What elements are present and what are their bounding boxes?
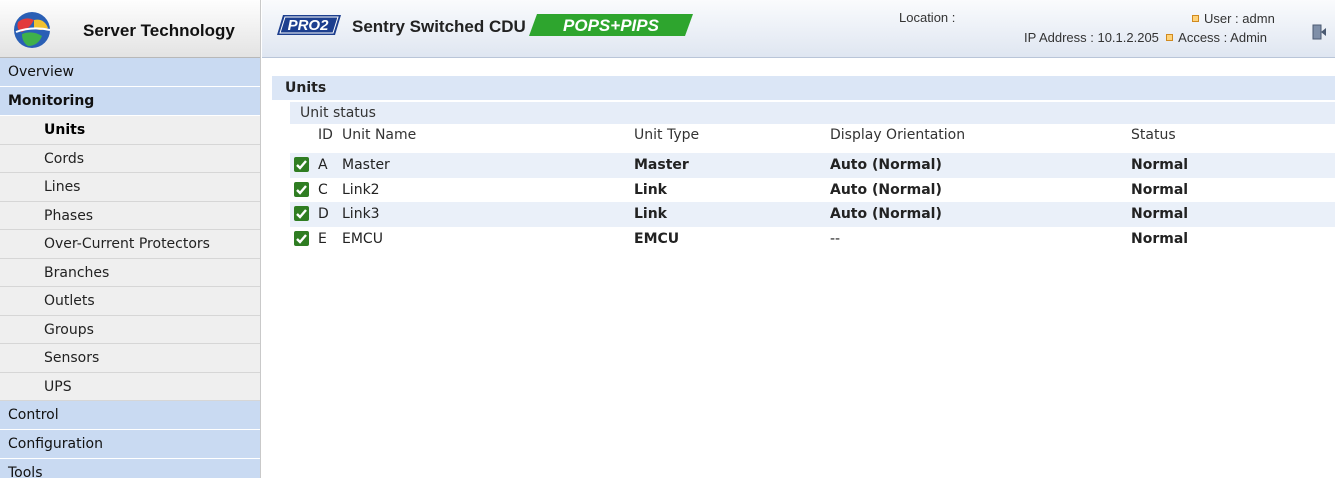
- location-label: Location :: [899, 10, 956, 25]
- table-row: D Link3 Link Auto (Normal) Normal: [290, 202, 1335, 227]
- status-badge: Normal: [1131, 153, 1335, 178]
- subsection-title: Unit status: [290, 102, 1335, 124]
- bullet-icon: [1192, 15, 1199, 22]
- pro2-badge: PRO2: [277, 15, 341, 35]
- unit-name: Link2: [342, 181, 380, 198]
- nav-control[interactable]: Control: [0, 401, 260, 430]
- display-orientation: Auto (Normal): [830, 153, 1131, 178]
- table-row: A Master Master Auto (Normal) Normal: [290, 153, 1335, 178]
- nav-sub-cords[interactable]: Cords: [0, 144, 260, 173]
- unit-type: Master: [634, 153, 830, 178]
- checkbox-checked-icon[interactable]: [294, 206, 309, 222]
- main-content: Units Unit status ID Unit Name Unit Type…: [262, 58, 1335, 478]
- status-badge: Normal: [1131, 202, 1335, 227]
- unit-type: EMCU: [634, 230, 680, 247]
- header-display-orientation: Display Orientation: [830, 127, 966, 143]
- nav-tools[interactable]: Tools: [0, 459, 260, 478]
- status-badge: Normal: [1131, 230, 1189, 247]
- nav-sub-sensors[interactable]: Sensors: [0, 344, 260, 373]
- pro2-badge-text: PRO2: [288, 17, 330, 34]
- ip-address-label: IP Address : 10.1.2.205: [1024, 30, 1159, 45]
- bullet-icon: [1166, 34, 1174, 41]
- section-title: Units: [272, 76, 1335, 100]
- header: PRO2 Sentry Switched CDU POPS+PIPS Locat…: [262, 0, 1335, 58]
- header-unit-type: Unit Type: [634, 127, 700, 143]
- unit-id: A: [314, 153, 336, 178]
- unit-name: Master: [336, 153, 634, 178]
- unit-name: Link3: [336, 202, 634, 227]
- nav-sub-over-current-protectors[interactable]: Over-Current Protectors: [0, 230, 260, 259]
- user-info: User : admn: [1192, 11, 1275, 26]
- header-checkbox-col: [290, 124, 314, 146]
- display-orientation: Auto (Normal): [830, 181, 942, 198]
- nav-sub-outlets[interactable]: Outlets: [0, 287, 260, 316]
- unit-id: E: [318, 230, 327, 247]
- checkbox-checked-icon[interactable]: [294, 157, 309, 173]
- table-header-row: ID Unit Name Unit Type Display Orientati…: [290, 124, 1335, 146]
- unit-id: C: [318, 181, 328, 198]
- nav-overview[interactable]: Overview: [0, 58, 260, 87]
- access-label: Access : Admin: [1178, 30, 1268, 45]
- header-id: ID: [318, 127, 333, 143]
- unit-name: EMCU: [342, 230, 383, 247]
- nav-sub-groups[interactable]: Groups: [0, 315, 260, 344]
- spacer-row: [290, 146, 1335, 153]
- sidebar: Server Technology Overview Monitoring Un…: [0, 0, 261, 478]
- pops-pips-badge: POPS+PIPS: [529, 14, 693, 36]
- nav-sub-lines[interactable]: Lines: [0, 173, 260, 202]
- product-title: Sentry Switched CDU: [352, 17, 526, 36]
- nav-sub-ups[interactable]: UPS: [0, 372, 260, 401]
- brand-logo-area: Server Technology: [0, 0, 260, 58]
- checkbox-checked-icon[interactable]: [294, 230, 309, 246]
- brand-name: Server Technology: [83, 21, 235, 40]
- nav-sub-branches[interactable]: Branches: [0, 258, 260, 287]
- unit-type: Link: [634, 202, 830, 227]
- globe-logo-icon: [14, 12, 51, 48]
- user-label: User : admn: [1204, 11, 1275, 26]
- nav-monitoring[interactable]: Monitoring: [0, 87, 260, 116]
- table-row: E EMCU EMCU -- Normal: [290, 227, 1335, 252]
- header-status: Status: [1131, 127, 1176, 143]
- nav-configuration[interactable]: Configuration: [0, 430, 260, 459]
- display-orientation: Auto (Normal): [830, 202, 1131, 227]
- nav-sub-units[interactable]: Units: [0, 116, 260, 145]
- units-table: ID Unit Name Unit Type Display Orientati…: [290, 124, 1335, 251]
- logout-icon[interactable]: [1311, 24, 1327, 40]
- unit-id: D: [314, 202, 336, 227]
- table-row: C Link2 Link Auto (Normal) Normal: [290, 178, 1335, 203]
- display-orientation: --: [830, 230, 841, 247]
- ip-access-info: IP Address : 10.1.2.205 Access : Admin: [1024, 30, 1267, 45]
- pops-pips-badge-text: POPS+PIPS: [563, 16, 660, 35]
- nav-sub-phases[interactable]: Phases: [0, 201, 260, 230]
- header-unit-name: Unit Name: [342, 127, 417, 143]
- checkbox-checked-icon[interactable]: [294, 181, 309, 197]
- unit-type: Link: [634, 181, 667, 198]
- status-badge: Normal: [1131, 181, 1189, 198]
